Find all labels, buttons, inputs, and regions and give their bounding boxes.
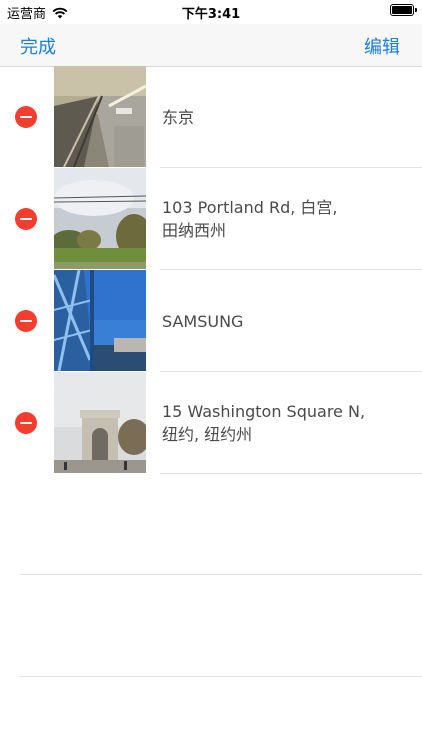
row-divider bbox=[160, 473, 422, 474]
thumbnail-image bbox=[54, 66, 146, 167]
delete-icon[interactable] bbox=[15, 208, 37, 230]
battery-icon bbox=[390, 4, 417, 16]
edit-button[interactable]: 编辑 bbox=[364, 33, 400, 59]
thumbnail-image bbox=[54, 270, 146, 371]
location-list: 东京 103 Portland Rd, 白宫, 田纳西州 SAMSUNG 15 … bbox=[0, 66, 422, 474]
row-label-line1: 东京 bbox=[162, 107, 195, 127]
thumbnail-image bbox=[54, 168, 146, 269]
delete-icon[interactable] bbox=[15, 106, 37, 128]
row-label-line2: 田纳西州 bbox=[162, 221, 227, 240]
list-item[interactable]: 103 Portland Rd, 白宫, 田纳西州 bbox=[0, 168, 422, 270]
row-label-line1: 103 Portland Rd, 白宫, bbox=[162, 198, 338, 217]
navigation-bar: 完成 编辑 bbox=[0, 24, 422, 67]
row-label-line1: SAMSUNG bbox=[162, 311, 244, 331]
list-item[interactable]: 15 Washington Square N, 纽约, 纽约州 bbox=[0, 372, 422, 474]
status-time: 下午3:41 bbox=[181, 7, 241, 22]
delete-icon[interactable] bbox=[15, 310, 37, 332]
delete-icon[interactable] bbox=[15, 412, 37, 434]
row-label-line2: 纽约, 纽约州 bbox=[162, 425, 253, 444]
done-button[interactable]: 完成 bbox=[20, 33, 56, 59]
empty-row-divider bbox=[20, 676, 422, 677]
row-label-line1: 15 Washington Square N, bbox=[162, 402, 366, 421]
thumbnail-image bbox=[54, 372, 146, 473]
status-bar: 运营商 下午3:41 bbox=[0, 0, 422, 24]
empty-row-divider bbox=[20, 574, 422, 575]
list-item[interactable]: SAMSUNG bbox=[0, 270, 422, 372]
list-item[interactable]: 东京 bbox=[0, 66, 422, 168]
